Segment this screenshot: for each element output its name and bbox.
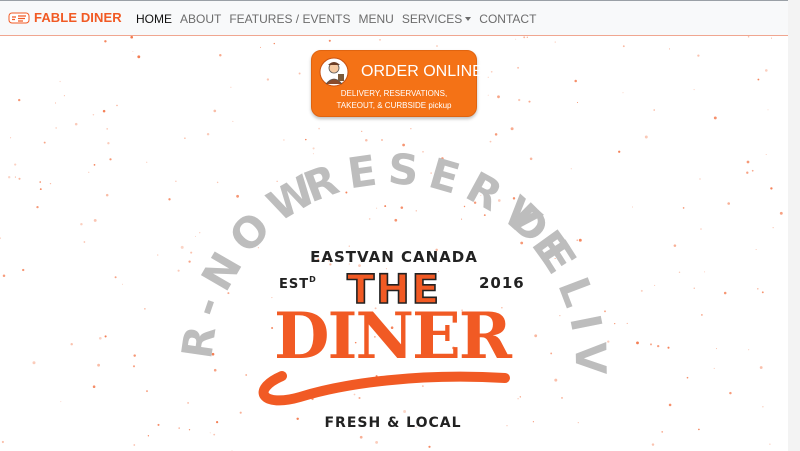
order-online-title: ORDER ONLINE [361,63,483,80]
order-subtitle-line1: DELIVERY, RESERVATIONS, [340,89,448,98]
nav-services-dropdown[interactable]: SERVICES [401,11,472,27]
nav-about[interactable]: ABOUT [180,11,221,27]
main-nav: HOME ABOUT FEATURES / EVENTS MENU SERVIC… [136,11,544,27]
page: FABLE DINER HOME ABOUT FEATURES / EVENTS… [0,0,788,451]
scrollbar[interactable] [788,0,800,451]
nav-features-events[interactable]: FEATURES / EVENTS [229,11,350,27]
nav-home[interactable]: HOME [136,11,172,27]
brand-link[interactable]: FABLE DINER [8,9,122,27]
est-text: EST [279,277,309,292]
order-online-subtitle: DELIVERY, RESERVATIONS, TAKEOUT, & CURBS… [312,88,476,112]
brand-name: FABLE DINER [34,10,122,25]
nav-services-label: SERVICES [401,12,463,26]
diner-wordmark: DINER [274,299,513,374]
location-label: EASTVAN CANADA [310,248,478,266]
order-online-button[interactable]: ORDER ONLINE DELIVERY, RESERVATIONS, TAK… [311,50,483,117]
navbar: FABLE DINER HOME ABOUT FEATURES / EVENTS… [0,0,788,36]
caret-down-icon [465,17,472,21]
order-subtitle-line2: TAKEOUT, & CURBSIDE pickup [336,101,452,110]
chef-avatar-icon [319,57,349,87]
diner-logo-icon [8,12,30,24]
nav-menu[interactable]: MENU [358,11,393,27]
nav-contact[interactable]: CONTACT [479,11,536,27]
swash-decoration [258,371,510,406]
tagline-label: FRESH & LOCAL [324,415,461,431]
est-sup: D [309,275,317,284]
year-label: 2016 [479,274,525,292]
est-label: ESTD [279,275,317,292]
